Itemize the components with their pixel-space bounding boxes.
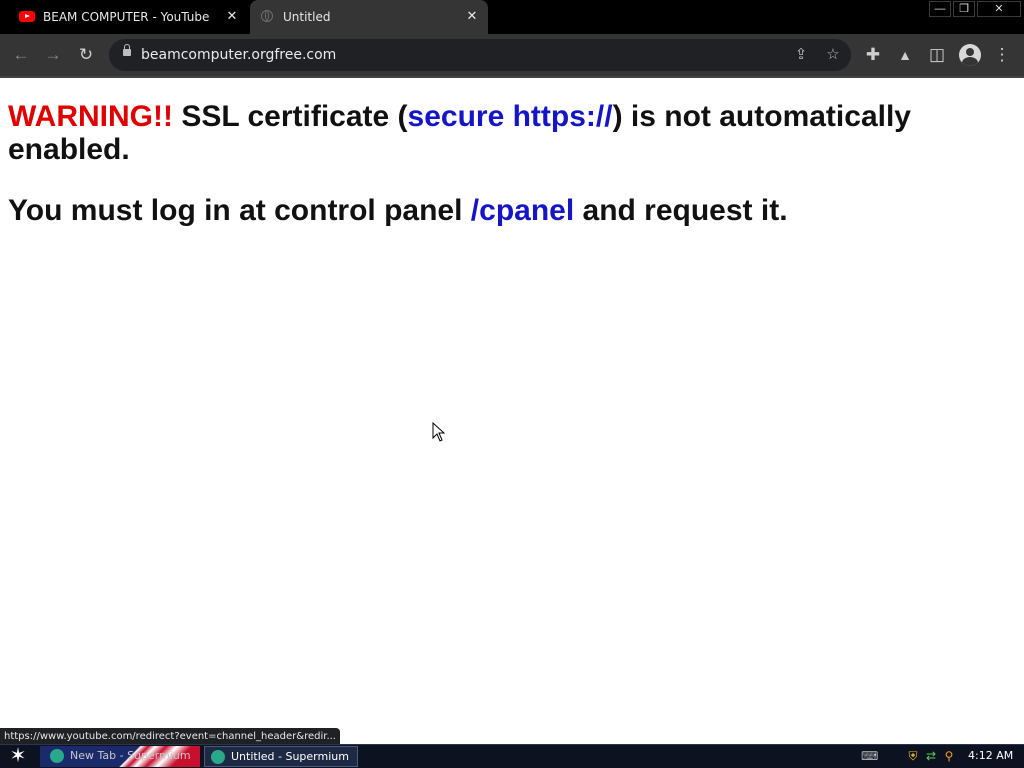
tab-youtube[interactable]: BEAM COMPUTER - YouTube ✕	[0, 0, 248, 34]
bookmark-star-icon[interactable]: ☆	[823, 45, 843, 65]
tab-close-icon[interactable]: ✕	[464, 8, 480, 24]
reload-button[interactable]: ↻	[75, 44, 97, 66]
secure-https-link[interactable]: secure https://	[408, 100, 613, 133]
forward-button[interactable]: →	[42, 44, 64, 66]
status-url-bubble: https://www.youtube.com/redirect?event=c…	[0, 728, 340, 745]
instruction-text-b: and request it.	[574, 194, 788, 227]
tab-close-icon[interactable]: ✕	[224, 8, 240, 24]
start-button[interactable]: ✶	[4, 746, 32, 767]
taskbar-item-new-tab[interactable]: New Tab - Supermium	[44, 746, 200, 767]
address-bar[interactable]: beamcomputer.orgfree.com ⇪ ☆	[109, 39, 851, 71]
taskbar-item-label: New Tab - Supermium	[70, 749, 191, 762]
shield-icon[interactable]: ⛨	[906, 749, 920, 763]
cpanel-link[interactable]: /cpanel	[471, 194, 574, 227]
browser-toolbar: ← → ↻ beamcomputer.orgfree.com ⇪ ☆ ✚ ▲ ◫…	[0, 34, 1024, 76]
menu-icon[interactable]: ⋮	[991, 44, 1013, 66]
side-panel-icon[interactable]: ◫	[926, 44, 948, 66]
globe-icon	[261, 10, 273, 22]
tab-title: Untitled	[283, 10, 331, 24]
restore-button[interactable]: ❐	[953, 1, 975, 17]
mouse-cursor-icon	[432, 422, 445, 442]
page-content: WARNING!! SSL certificate (secure https:…	[8, 100, 1008, 255]
ssl-warning-text: WARNING!! SSL certificate (secure https:…	[8, 100, 1008, 166]
tab-untitled[interactable]: Untitled ✕	[250, 0, 488, 34]
taskbar-item-label: Untitled - Supermium	[231, 750, 349, 763]
youtube-icon	[19, 11, 35, 22]
supermium-icon	[50, 749, 64, 763]
toolbar-divider	[0, 76, 1024, 78]
supermium-icon	[211, 750, 225, 764]
tab-strip: BEAM COMPUTER - YouTube ✕ Untitled ✕ — ❐…	[0, 0, 1024, 34]
search-icon[interactable]: ⚲	[942, 749, 956, 763]
tab-title: BEAM COMPUTER - YouTube	[43, 10, 210, 24]
warning-text-a: SSL certificate (	[172, 100, 408, 133]
labs-flask-icon[interactable]: ▲	[894, 44, 916, 66]
profile-avatar-icon[interactable]	[959, 44, 981, 66]
network-icon[interactable]: ⇄	[924, 749, 938, 763]
back-button[interactable]: ←	[10, 44, 32, 66]
extensions-icon[interactable]: ✚	[862, 44, 884, 66]
cpanel-instruction-text: You must log in at control panel /cpanel…	[8, 194, 1008, 227]
url-text[interactable]: beamcomputer.orgfree.com	[141, 47, 336, 63]
taskbar-item-untitled[interactable]: Untitled - Supermium	[204, 746, 358, 767]
minimize-button[interactable]: —	[929, 1, 951, 17]
lock-icon[interactable]	[123, 44, 131, 56]
instruction-text-a: You must log in at control panel	[8, 194, 471, 227]
clock: 4:12 AM	[968, 749, 1014, 762]
keyboard-icon[interactable]: ⌨	[861, 749, 878, 763]
close-button[interactable]: ✕	[977, 1, 1021, 17]
share-icon[interactable]: ⇪	[791, 45, 811, 65]
warning-label: WARNING!!	[8, 100, 173, 133]
taskbar: ✶ New Tab - Supermium Untitled - Supermi…	[0, 744, 1024, 768]
